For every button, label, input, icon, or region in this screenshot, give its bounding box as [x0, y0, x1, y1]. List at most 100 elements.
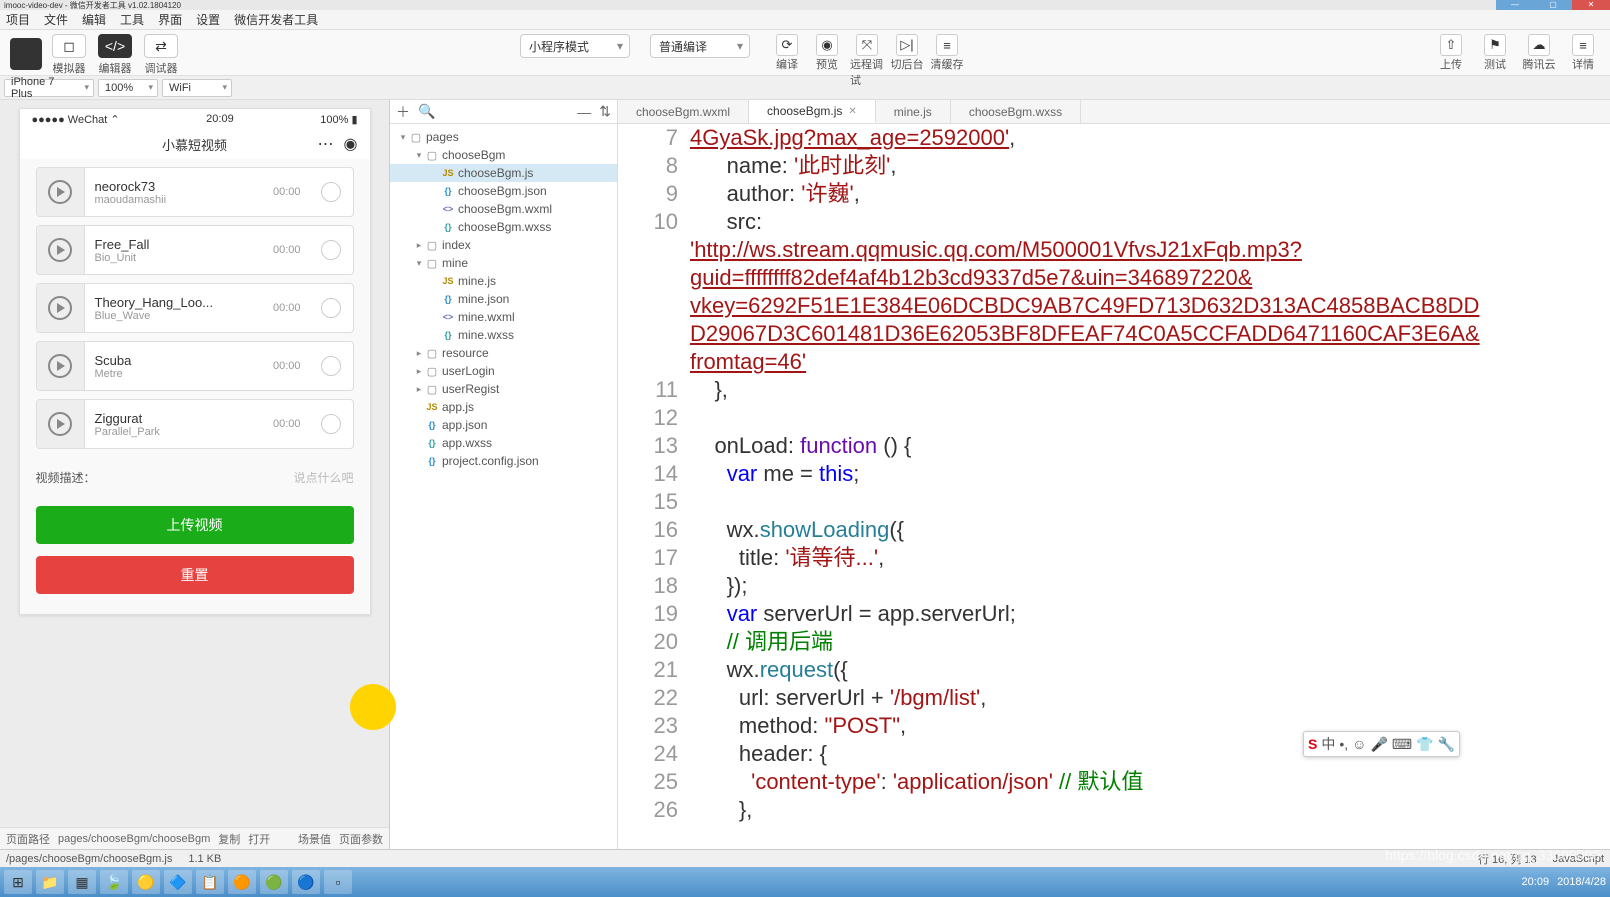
song-radio[interactable]	[321, 414, 341, 434]
tree-userRegist[interactable]: ▸▢userRegist	[390, 380, 617, 398]
taskbar-app2[interactable]: 🍃	[100, 870, 128, 894]
music-item[interactable]: Free_FallBio_Unit00:00	[36, 225, 354, 275]
song-radio[interactable]	[321, 182, 341, 202]
toolbar-编译[interactable]: ⟳编译	[770, 34, 804, 72]
music-item[interactable]: neorock73maoudamashii00:00	[36, 167, 354, 217]
tree-app.wxss[interactable]: {}app.wxss	[390, 434, 617, 452]
toolbar-切后台[interactable]: ▷|切后台	[890, 34, 924, 72]
ime-settings-icon[interactable]: 🔧	[1438, 736, 1455, 753]
tree-app.js[interactable]: JSapp.js	[390, 398, 617, 416]
menu-界面[interactable]: 界面	[158, 11, 182, 28]
song-radio[interactable]	[321, 356, 341, 376]
search-icon[interactable]: 🔍	[418, 103, 435, 120]
taskbar-app3[interactable]: 🟡	[132, 870, 160, 894]
toolbar-调试器[interactable]: ⇄调试器	[138, 34, 184, 76]
music-item[interactable]: ZigguratParallel_Park00:00	[36, 399, 354, 449]
play-button[interactable]	[37, 342, 85, 390]
toolbar-模拟器[interactable]: ◻模拟器	[46, 34, 92, 76]
tree-mine[interactable]: ▾▢mine	[390, 254, 617, 272]
tree-mine.wxml[interactable]: <>mine.wxml	[390, 308, 617, 326]
tree-mine.wxss[interactable]: {}mine.wxss	[390, 326, 617, 344]
song-radio[interactable]	[321, 298, 341, 318]
tree-index[interactable]: ▸▢index	[390, 236, 617, 254]
tree-project.config.json[interactable]: {}project.config.json	[390, 452, 617, 470]
window-minimize[interactable]: —	[1496, 0, 1534, 10]
tree-more-icon[interactable]: ⇅	[599, 103, 611, 120]
reset-button[interactable]: 重置	[36, 556, 354, 594]
toolbar-预览[interactable]: ◉预览	[810, 34, 844, 72]
music-item[interactable]: ScubaMetre00:00	[36, 341, 354, 391]
compile-select[interactable]: 普通编译	[650, 34, 750, 58]
menu-工具[interactable]: 工具	[120, 11, 144, 28]
upload-video-button[interactable]: 上传视频	[36, 506, 354, 544]
zoom-select[interactable]: 100%	[98, 79, 158, 97]
tab-mine.js[interactable]: mine.js	[876, 100, 951, 123]
avatar[interactable]	[10, 38, 42, 70]
toolbar-清缓存[interactable]: ≡清缓存	[930, 34, 964, 72]
menu-文件[interactable]: 文件	[44, 11, 68, 28]
copy-link[interactable]: 复制	[218, 831, 240, 847]
ime-keyboard-icon[interactable]: ⌨	[1392, 736, 1412, 753]
play-button[interactable]	[37, 226, 85, 274]
new-file-icon[interactable]: ＋	[396, 102, 410, 122]
more-icon[interactable]: ⋯	[318, 134, 334, 154]
menu-项目[interactable]: 项目	[6, 11, 30, 28]
target-icon[interactable]: ◉	[344, 134, 358, 154]
tree-pages[interactable]: ▾▢pages	[390, 128, 617, 146]
window-maximize[interactable]: ▢	[1534, 0, 1572, 10]
code-editor[interactable]: 7891011121314151617181920212223242526 4G…	[618, 124, 1610, 849]
open-link[interactable]: 打开	[248, 831, 270, 847]
mode-select[interactable]: 小程序模式	[520, 34, 630, 58]
play-button[interactable]	[37, 400, 85, 448]
menu-编辑[interactable]: 编辑	[82, 11, 106, 28]
taskbar-app5[interactable]: 📋	[196, 870, 224, 894]
taskbar-app8[interactable]: ▫	[324, 870, 352, 894]
play-button[interactable]	[37, 284, 85, 332]
tree-mine.js[interactable]: JSmine.js	[390, 272, 617, 290]
taskbar-app4[interactable]: 🔷	[164, 870, 192, 894]
taskbar-app1[interactable]: ▦	[68, 870, 96, 894]
tab-chooseBgm.js[interactable]: chooseBgm.js✕	[749, 100, 876, 123]
network-select[interactable]: WiFi	[162, 79, 232, 97]
toolbar-腾讯云[interactable]: ☁腾讯云	[1522, 34, 1556, 72]
scene-link[interactable]: 场景值	[298, 831, 331, 847]
close-icon[interactable]: ✕	[848, 106, 856, 117]
window-close[interactable]: ✕	[1572, 0, 1610, 10]
ime-toolbar[interactable]: S 中 •, ☺ 🎤 ⌨ 👕 🔧	[1303, 731, 1460, 757]
device-select[interactable]: iPhone 7 Plus	[4, 79, 94, 97]
tree-userLogin[interactable]: ▸▢userLogin	[390, 362, 617, 380]
ime-skin-icon[interactable]: 👕	[1416, 736, 1433, 753]
menu-微信开发者工具[interactable]: 微信开发者工具	[234, 11, 318, 28]
toolbar-上传[interactable]: ⇧上传	[1434, 34, 1468, 72]
menu-设置[interactable]: 设置	[196, 11, 220, 28]
video-desc-input[interactable]: 说点什么吧	[293, 469, 353, 486]
play-button[interactable]	[37, 168, 85, 216]
ime-lang-icon[interactable]: 中	[1321, 734, 1335, 754]
taskbar-app7[interactable]: 🟢	[260, 870, 288, 894]
toolbar-编辑器[interactable]: </>编辑器	[92, 34, 138, 76]
tree-mine.json[interactable]: {}mine.json	[390, 290, 617, 308]
tree-chooseBgm.json[interactable]: {}chooseBgm.json	[390, 182, 617, 200]
tree-chooseBgm.wxml[interactable]: <>chooseBgm.wxml	[390, 200, 617, 218]
tab-chooseBgm.wxss[interactable]: chooseBgm.wxss	[951, 100, 1081, 123]
music-item[interactable]: Theory_Hang_Loo...Blue_Wave00:00	[36, 283, 354, 333]
ime-punct-icon[interactable]: •,	[1339, 736, 1348, 752]
start-button[interactable]: ⊞	[4, 870, 32, 894]
ime-emoji-icon[interactable]: ☺	[1352, 736, 1366, 752]
taskbar-app6[interactable]: 🟠	[228, 870, 256, 894]
toolbar-测试[interactable]: ⚑测试	[1478, 34, 1512, 72]
taskbar-chrome[interactable]: 🔵	[292, 870, 320, 894]
taskbar-explorer[interactable]: 📁	[36, 870, 64, 894]
tree-app.json[interactable]: {}app.json	[390, 416, 617, 434]
tree-chooseBgm.wxss[interactable]: {}chooseBgm.wxss	[390, 218, 617, 236]
toolbar-详情[interactable]: ≡详情	[1566, 34, 1600, 72]
tab-chooseBgm.wxml[interactable]: chooseBgm.wxml	[618, 100, 749, 123]
toolbar-远程调试[interactable]: ⤧远程调试	[850, 34, 884, 88]
song-radio[interactable]	[321, 240, 341, 260]
tree-resource[interactable]: ▸▢resource	[390, 344, 617, 362]
collapse-icon[interactable]: —	[577, 104, 591, 120]
params-link[interactable]: 页面参数	[339, 831, 383, 847]
tree-chooseBgm[interactable]: ▾▢chooseBgm	[390, 146, 617, 164]
tree-chooseBgm.js[interactable]: JSchooseBgm.js	[390, 164, 617, 182]
ime-mic-icon[interactable]: 🎤	[1370, 736, 1387, 753]
